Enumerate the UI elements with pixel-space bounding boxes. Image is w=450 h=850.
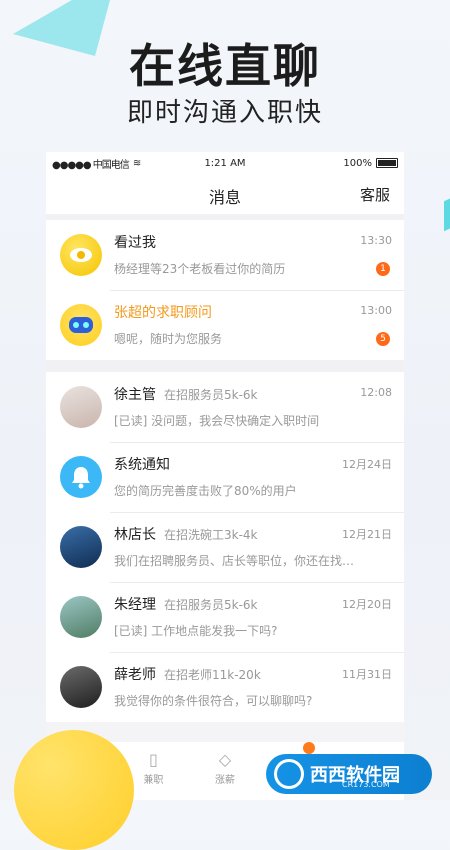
hero-subtitle: 即时沟通入职快 (126, 98, 323, 128)
list-item[interactable]: 系统通知 12月24日 您的简历完善度击败了80%的用户 (46, 442, 404, 512)
avatar (60, 526, 102, 568)
battery-icon (375, 158, 398, 168)
watermark-sub: CR173.COM (342, 780, 390, 789)
item-time: 12:08 (360, 386, 392, 399)
item-title: 张超的求职顾问 (114, 305, 212, 321)
item-time: 12月20日 (342, 598, 392, 611)
item-time: 13:30 (360, 234, 392, 247)
item-preview: 我觉得你的条件很符合，可以聊聊吗? (114, 694, 313, 708)
customer-service-button[interactable]: 客服 (360, 184, 390, 205)
hero-title: 在线直聊 (129, 39, 321, 93)
contact-name: 系统通知 (114, 457, 170, 473)
phone-screen: ●●●●● 中国电信 ≋ 1:21 AM 100% 消息 客服 看过我 13:30… (46, 152, 404, 752)
list-item-advisor[interactable]: 张超的求职顾问 13:00 嗯呢，随时为您服务 5 (46, 290, 404, 360)
wifi-icon: ≋ (132, 157, 142, 169)
decorative-circle (14, 730, 134, 850)
avatar (60, 666, 102, 708)
list-item[interactable]: 徐主管 在招服务员5k-6k 12:08 [已读] 没问题，我会尽快确定入职时间 (46, 372, 404, 442)
carrier-label: ●●●●● 中国电信 (52, 159, 130, 171)
tab-raise[interactable]: ◇ 涨薪 (189, 742, 261, 800)
battery-label: 100% (343, 157, 372, 169)
contact-name: 薛老师 (114, 667, 156, 683)
job-info: 在招洗碗工3k-4k (164, 528, 258, 542)
robot-avatar-icon (60, 304, 102, 346)
status-bar: ●●●●● 中国电信 ≋ 1:21 AM 100% (46, 152, 404, 174)
avatar (60, 596, 102, 638)
tab-badge (302, 742, 315, 754)
bell-icon (60, 456, 102, 498)
item-preview: 我们在招聘服务员、店长等职位，你还在找工... (114, 554, 360, 568)
contact-name: 朱经理 (114, 597, 156, 613)
watermark-logo: 西西软件园 CR173.COM (266, 754, 432, 794)
status-time: 1:21 AM (204, 157, 246, 169)
job-info: 在招服务员5k-6k (164, 388, 258, 402)
item-title: 看过我 (114, 235, 156, 251)
pinned-list: 看过我 13:30 杨经理等23个老板看过你的简历 1 张超的求职顾问 13:0… (46, 220, 404, 360)
contact-name: 林店长 (114, 527, 156, 543)
item-time: 12月24日 (342, 458, 392, 471)
item-preview: 您的简历完善度击败了80%的用户 (114, 484, 297, 498)
item-time: 12月21日 (342, 528, 392, 541)
nav-bar: 消息 客服 (46, 174, 404, 214)
item-preview: 嗯呢，随时为您服务 (114, 332, 223, 346)
contact-name: 徐主管 (114, 387, 156, 403)
unread-badge: 5 (376, 332, 390, 346)
avatar (60, 386, 102, 428)
list-item[interactable]: 林店长 在招洗碗工3k-4k 12月21日 我们在招聘服务员、店长等职位，你还在找… (46, 512, 404, 582)
item-preview: [已读] 工作地点能发我一下吗? (114, 624, 278, 638)
item-preview: 杨经理等23个老板看过你的简历 (114, 262, 286, 276)
message-list: 徐主管 在招服务员5k-6k 12:08 [已读] 没问题，我会尽快确定入职时间 … (46, 372, 404, 722)
list-item-viewed-me[interactable]: 看过我 13:30 杨经理等23个老板看过你的简历 1 (46, 220, 404, 290)
list-item[interactable]: 薛老师 在招老师11k-20k 11月31日 我觉得你的条件很符合，可以聊聊吗? (46, 652, 404, 722)
diamond-icon: ◇ (218, 750, 232, 769)
decorative-shape-right (444, 194, 450, 232)
item-preview: [已读] 没问题，我会尽快确定入职时间 (114, 414, 320, 428)
item-time: 11月31日 (342, 668, 392, 681)
eye-icon (60, 234, 102, 276)
page-title: 消息 (208, 188, 241, 207)
job-info: 在招老师11k-20k (164, 668, 261, 682)
unread-badge: 1 (376, 262, 390, 276)
divider (46, 360, 404, 372)
list-item[interactable]: 朱经理 在招服务员5k-6k 12月20日 [已读] 工作地点能发我一下吗? (46, 582, 404, 652)
watermark-icon (274, 759, 304, 789)
item-time: 13:00 (360, 304, 392, 317)
job-info: 在招服务员5k-6k (164, 598, 258, 612)
